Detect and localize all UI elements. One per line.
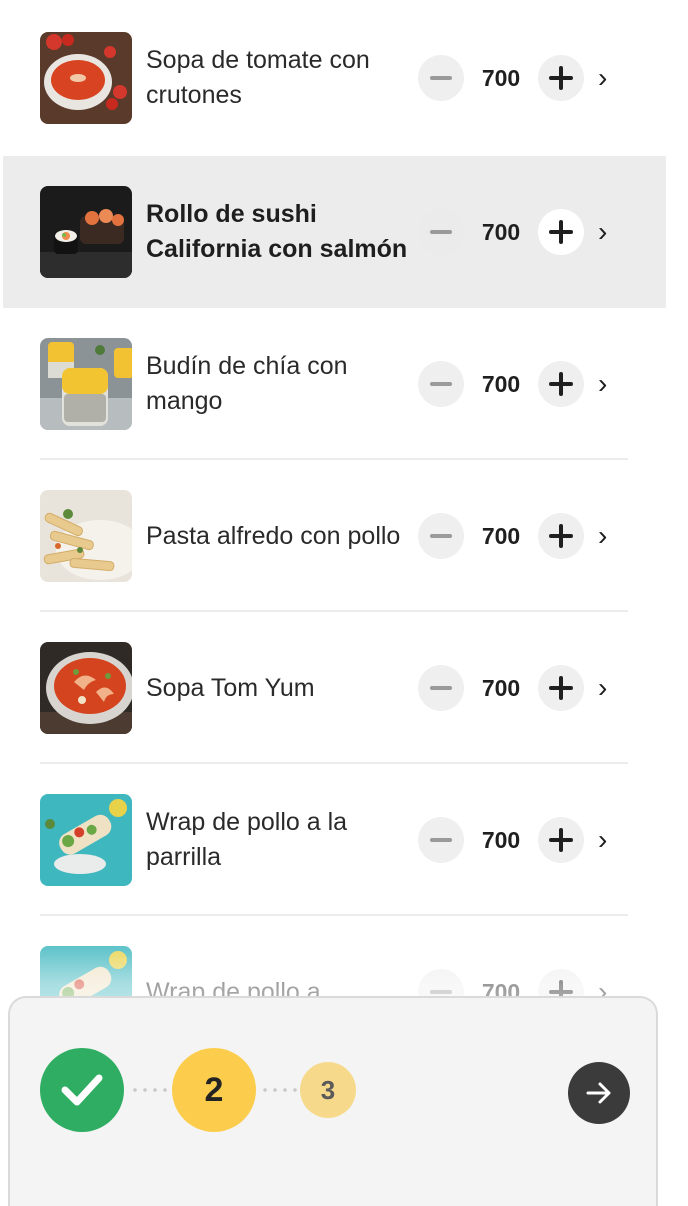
chevron-right-icon[interactable]: › <box>598 826 607 854</box>
quantity-value: 700 <box>481 218 521 245</box>
quantity-value: 700 <box>481 826 521 853</box>
item-name: Sopa de tomate con crutones <box>146 46 370 109</box>
increase-button[interactable] <box>538 55 584 101</box>
quantity-stepper: 700 <box>418 209 584 255</box>
next-button[interactable] <box>568 1062 630 1124</box>
item-image <box>40 338 132 430</box>
quantity-value: 700 <box>481 674 521 701</box>
decrease-button[interactable] <box>418 209 464 255</box>
chevron-right-icon[interactable]: › <box>598 674 607 702</box>
minus-icon <box>430 686 452 690</box>
item-name: Sopa Tom Yum <box>146 673 315 702</box>
list-item-sushi-roll[interactable]: Rollo de sushi California con salmón 700… <box>3 156 666 308</box>
chevron-right-icon[interactable]: › <box>598 522 607 550</box>
chevron-right-icon[interactable]: › <box>598 370 607 398</box>
increase-button[interactable] <box>538 361 584 407</box>
list-item-chia-pudding[interactable]: Budín de chía con mango 700 › <box>0 308 688 460</box>
item-image <box>40 642 132 734</box>
quantity-stepper: 700 <box>418 513 584 559</box>
chevron-right-icon[interactable]: › <box>598 218 607 246</box>
quantity-stepper: 700 <box>418 55 584 101</box>
quantity-stepper: 700 <box>418 361 584 407</box>
decrease-button[interactable] <box>418 817 464 863</box>
item-name: Wrap de pollo a la parrilla <box>146 808 348 871</box>
arrow-right-icon <box>586 1082 611 1104</box>
quantity-value: 700 <box>481 370 521 397</box>
item-image <box>40 186 132 278</box>
list-item-grilled-chicken-wrap[interactable]: Wrap de pollo a la parrilla 700 › <box>0 764 688 916</box>
step-upcoming[interactable]: 3 <box>300 1062 356 1118</box>
menu-item-list: Sopa de tomate con crutones 700 › Rollo … <box>0 0 688 1068</box>
item-image <box>40 794 132 886</box>
step-connector <box>260 1088 298 1092</box>
increase-button[interactable] <box>538 817 584 863</box>
increase-button[interactable] <box>538 665 584 711</box>
minus-icon <box>430 382 452 386</box>
minus-icon <box>430 534 452 538</box>
check-icon <box>61 1074 103 1106</box>
minus-icon <box>430 76 452 80</box>
step-connector <box>130 1088 168 1092</box>
minus-icon <box>430 838 452 842</box>
minus-icon <box>430 230 452 234</box>
decrease-button[interactable] <box>418 361 464 407</box>
chevron-right-icon[interactable]: › <box>598 64 607 92</box>
quantity-stepper: 700 <box>418 817 584 863</box>
list-item-alfredo-pasta[interactable]: Pasta alfredo con pollo 700 › <box>0 460 688 612</box>
decrease-button[interactable] <box>418 665 464 711</box>
item-image <box>40 32 132 124</box>
quantity-value: 700 <box>481 64 521 91</box>
list-item-tomato-soup[interactable]: Sopa de tomate con crutones 700 › <box>0 0 688 156</box>
increase-button[interactable] <box>538 513 584 559</box>
quantity-value: 700 <box>481 522 521 549</box>
decrease-button[interactable] <box>418 513 464 559</box>
step-current[interactable]: 2 <box>172 1048 256 1132</box>
step-completed[interactable] <box>40 1048 124 1132</box>
quantity-stepper: 700 <box>418 665 584 711</box>
item-name: Budín de chía con mango <box>146 352 348 415</box>
item-name: Pasta alfredo con pollo <box>146 521 401 550</box>
list-item-tom-yum[interactable]: Sopa Tom Yum 700 › <box>0 612 688 764</box>
decrease-button[interactable] <box>418 55 464 101</box>
checkout-progress-panel: 2 3 <box>8 996 658 1206</box>
increase-button[interactable] <box>538 209 584 255</box>
item-image <box>40 490 132 582</box>
minus-icon <box>430 990 452 994</box>
item-name: Rollo de sushi California con salmón <box>146 200 408 263</box>
